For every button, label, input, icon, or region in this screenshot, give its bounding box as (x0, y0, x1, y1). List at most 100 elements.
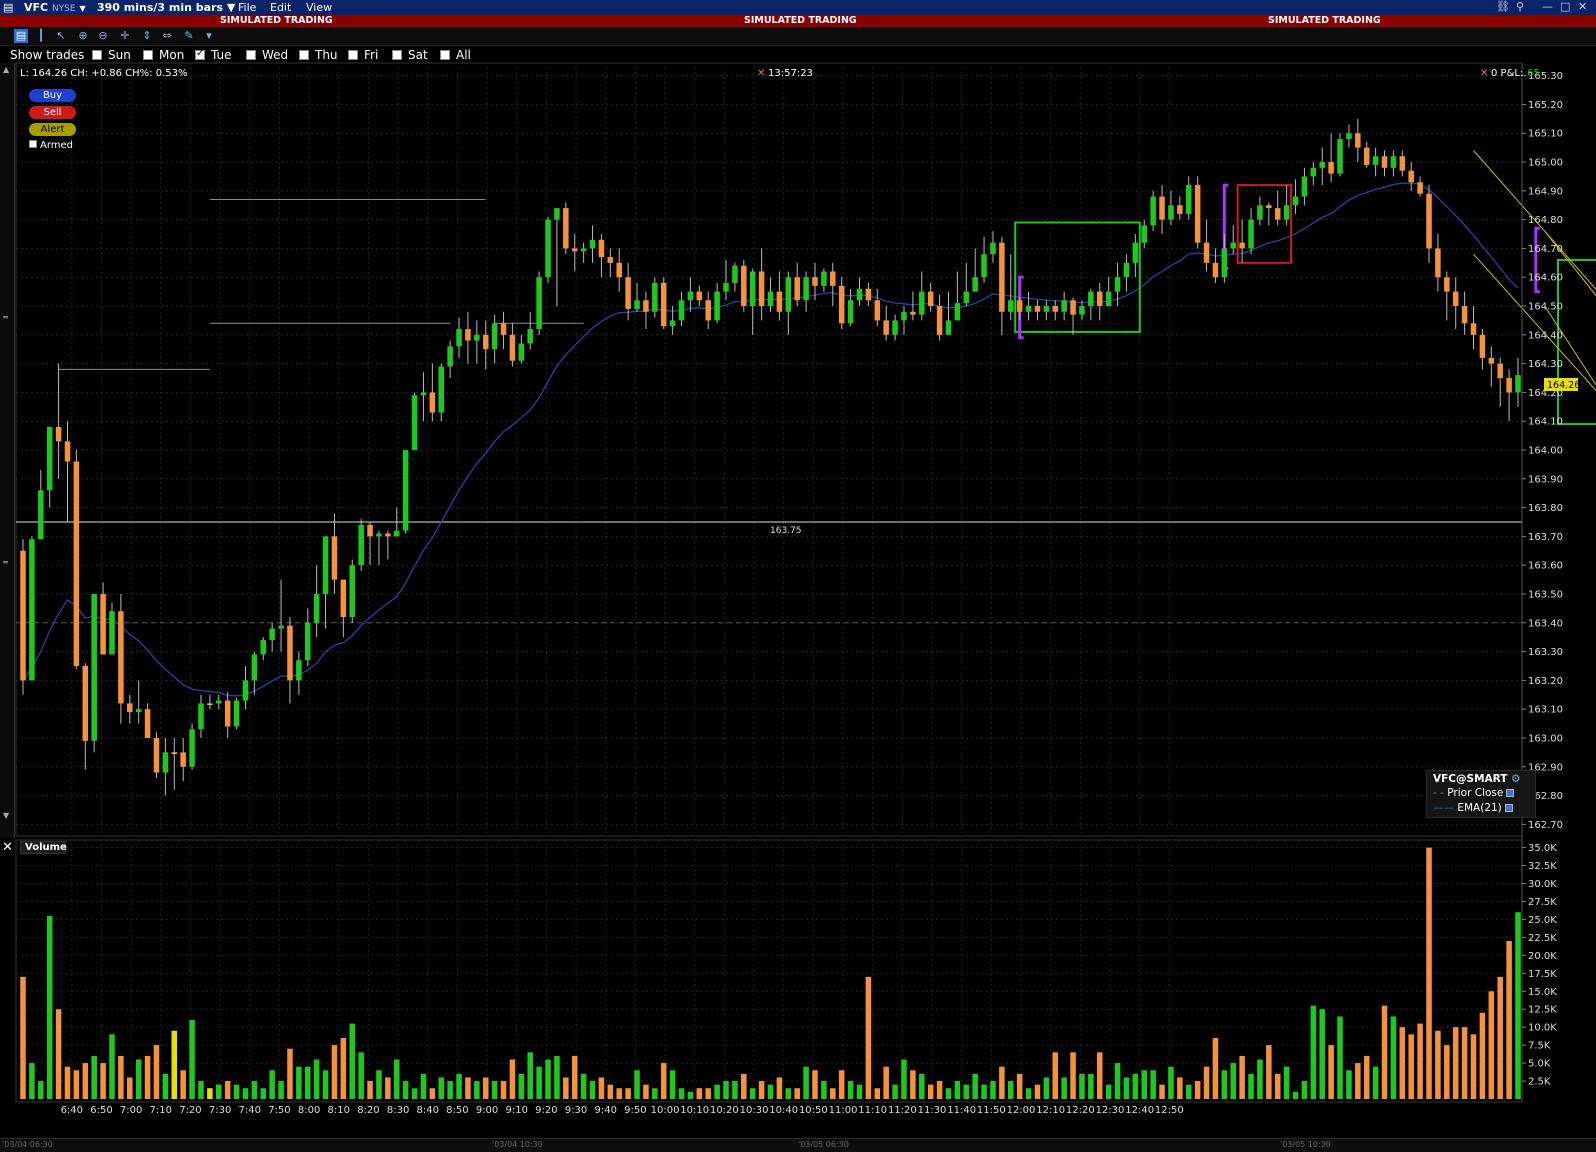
time-tick-label: 8:20 (357, 1105, 379, 1116)
volume-bar (652, 1088, 658, 1099)
price-tick-label: 162.70 (1528, 820, 1563, 831)
candle-body (127, 703, 133, 713)
candle-body (82, 665, 89, 741)
candle-body (331, 536, 338, 580)
volume-bar (305, 1066, 311, 1099)
volume-bar (696, 1088, 703, 1099)
candle-body (1310, 167, 1317, 177)
candle-body (46, 426, 53, 491)
volume-bar (1408, 1034, 1414, 1099)
time-tick-label: 9:30 (565, 1105, 587, 1116)
volume-bar (1061, 1077, 1067, 1099)
armed-toggle[interactable]: Armed (29, 140, 73, 151)
volume-bar (438, 1077, 445, 1099)
candle-body (518, 343, 525, 361)
candle-body (1381, 156, 1388, 168)
candle-body (1230, 242, 1236, 249)
candle-body (1390, 156, 1397, 168)
candle-body (1461, 306, 1468, 324)
close-volume-icon[interactable]: ✕ (2, 840, 13, 855)
volume-bar (856, 1084, 863, 1099)
candle-body (64, 441, 71, 462)
candle-body (349, 565, 356, 618)
candle-body (883, 320, 889, 335)
volume-label: Volume (20, 841, 67, 854)
candle-body (1177, 205, 1183, 214)
candle-body (216, 700, 222, 704)
armed-checkbox[interactable] (29, 140, 37, 148)
candle-body (580, 248, 587, 252)
candle-body (803, 277, 809, 301)
volume-bar (1461, 1027, 1468, 1099)
alert-button[interactable]: Alert (29, 123, 76, 136)
candle-body (705, 300, 711, 321)
candle-body (1301, 176, 1308, 197)
nav-date: '03/04 06:30 (2, 1140, 53, 1149)
volume-bar (892, 1084, 898, 1099)
volume-bar (981, 1084, 987, 1099)
volume-tick-label: 30.0K (1528, 879, 1557, 890)
volume-bar (82, 1063, 89, 1099)
ema-checkbox[interactable] (1504, 804, 1513, 812)
volume-bar (162, 1073, 169, 1099)
time-tick-label: 12:30 (1096, 1105, 1125, 1116)
candle-body (287, 625, 293, 681)
candle-body (1319, 162, 1325, 168)
time-tick-label: 12:40 (1125, 1105, 1154, 1116)
volume-bar (1266, 1045, 1272, 1099)
legend-item-ema: —— EMA(21) (1433, 802, 1513, 814)
candle-body (794, 277, 800, 301)
candle-body (598, 239, 605, 258)
volume-bar (901, 1059, 907, 1099)
candle-body (652, 282, 658, 312)
volume-bar (794, 1088, 800, 1099)
candle-body (1479, 334, 1486, 358)
volume-bar (660, 1063, 667, 1099)
volume-bar (153, 1045, 160, 1099)
candle-body (616, 262, 622, 278)
candle-body (1248, 219, 1254, 249)
sell-button[interactable]: Sell (29, 106, 76, 119)
time-tick-label: 7:30 (209, 1105, 231, 1116)
volume-bar (1283, 1066, 1290, 1099)
volume-bar (643, 1084, 649, 1099)
candle-body (1426, 193, 1432, 249)
volume-bar (723, 1081, 729, 1099)
pnl-value: 65 (1527, 68, 1540, 79)
time-tick-label: 10:00 (651, 1105, 680, 1116)
volume-bar (972, 1073, 978, 1099)
volume-bar (385, 1077, 391, 1099)
price-chart[interactable]: 165.30165.20165.10165.00164.90164.80164.… (0, 0, 1596, 1138)
price-tick-label: 164.70 (1528, 244, 1563, 255)
price-tick-label: 163.90 (1528, 474, 1563, 485)
volume-bar (1016, 1073, 1023, 1099)
volume-bar (954, 1081, 961, 1099)
prior-close-checkbox[interactable] (1506, 789, 1515, 797)
candle-body (38, 490, 44, 540)
pnl-close-icon[interactable]: ✕ (1480, 68, 1488, 79)
volume-bar (936, 1081, 943, 1099)
candle-body (313, 593, 320, 623)
clock-close-icon[interactable]: ✕ (757, 68, 765, 79)
volume-bar (945, 1088, 952, 1099)
volume-bar (580, 1073, 587, 1099)
chart-grid (15, 62, 1523, 1103)
volume-bar (1123, 1077, 1130, 1099)
buy-button[interactable]: Buy (29, 89, 76, 102)
time-tick-label: 10:20 (710, 1105, 739, 1116)
quote-info: L: 164.26 CH: +0.86 CH%: 0.53% (20, 68, 187, 79)
volume-bar (803, 1066, 809, 1099)
price-tick-label: 164.50 (1528, 302, 1563, 313)
candle-body (1506, 378, 1512, 393)
volume-bar (589, 1081, 596, 1099)
candle-body (447, 346, 453, 367)
volume-bar (1194, 1081, 1201, 1099)
time-tick-label: 7:50 (268, 1105, 290, 1116)
legend-item-label: EMA(21) (1457, 802, 1502, 814)
candle-body (438, 366, 445, 413)
time-navigator[interactable]: '03/04 06:30 '03/04 10:30 '03/05 06:30 '… (0, 1138, 1596, 1152)
chart-legend: VFC@SMART ⚙ - - Prior Close —— EMA(21) (1426, 770, 1536, 818)
settings-icon[interactable]: ⚙ (1511, 773, 1520, 785)
volume-bar (251, 1081, 258, 1099)
volume-bar (1150, 1070, 1156, 1099)
